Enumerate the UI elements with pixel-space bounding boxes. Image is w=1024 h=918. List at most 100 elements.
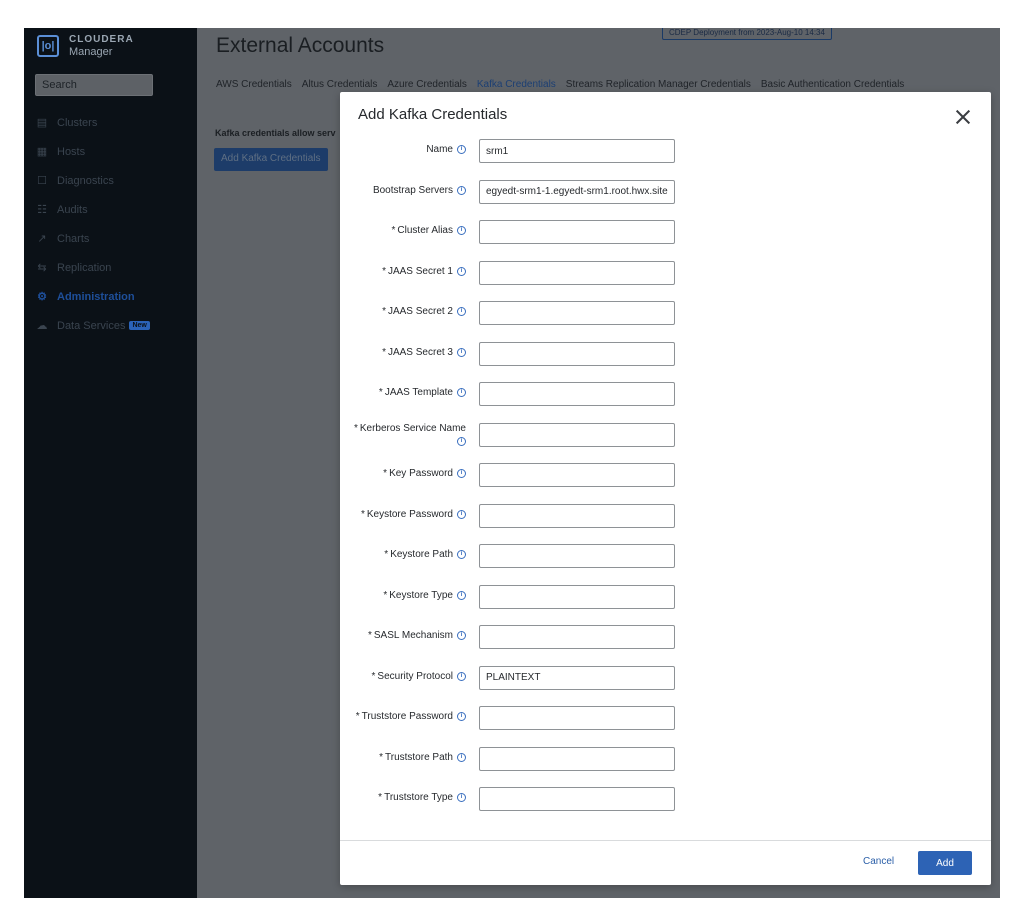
form-row-name: Name i	[340, 139, 991, 163]
field-label-text: JAAS Template	[384, 387, 453, 398]
field-label-jaas-secret-1: * JAAS Secret 1 i	[382, 266, 466, 277]
info-icon[interactable]: i	[457, 712, 466, 721]
sidebar-item-clusters[interactable]: ▤ Clusters	[24, 108, 197, 137]
keystore-password-input[interactable]	[479, 503, 675, 528]
tab-streams-replication-manager-credentials[interactable]: Streams Replication Manager Credentials	[566, 79, 751, 90]
tab-kafka-credentials[interactable]: Kafka Credentials	[477, 79, 556, 90]
required-marker: *	[391, 225, 396, 236]
form-row-truststore-password: * Truststore Password i	[340, 706, 991, 730]
info-icon[interactable]: i	[457, 436, 466, 446]
tab-altus-credentials[interactable]: Altus Credentials	[302, 79, 378, 90]
key-password-input[interactable]	[479, 463, 675, 487]
field-label-name: Name i	[426, 144, 466, 155]
form-row-jaas-secret-2: * JAAS Secret 2 i	[340, 301, 991, 325]
info-icon[interactable]: i	[457, 590, 466, 600]
app-window: |o| CLOUDERA Manager ▤ Clusters ▦ Hosts ☐ Dia…	[24, 28, 1000, 898]
required-marker: *	[383, 468, 388, 479]
charts-icon: ↗	[37, 233, 47, 245]
add-button[interactable]: Add	[918, 851, 972, 875]
cloudera-logo-icon: |o|	[37, 35, 59, 57]
truststore-type-input[interactable]	[479, 787, 675, 811]
security-protocol-input[interactable]	[479, 665, 675, 690]
sidebar-item-label: Administration	[57, 290, 135, 303]
form-row-truststore-type: * Truststore Type i	[340, 787, 991, 811]
info-icon[interactable]: i	[457, 347, 466, 357]
sidebar-item-label: Diagnostics	[57, 174, 114, 187]
sidebar-item-label: Hosts	[57, 145, 86, 158]
required-marker: *	[382, 346, 386, 358]
truststore-path-input[interactable]	[479, 746, 675, 771]
info-icon[interactable]: i	[457, 671, 466, 681]
cloud-icon: ☁	[36, 320, 48, 332]
field-label-jaas-secret-3: * JAAS Secret 3 i	[382, 347, 466, 358]
field-label-jaas-secret-2: * JAAS Secret 2 i	[382, 306, 466, 317]
field-label-key-password: * Key Password i	[383, 468, 466, 479]
info-icon[interactable]: i	[457, 631, 466, 640]
info-icon[interactable]: i	[457, 752, 466, 762]
tab-azure-credentials[interactable]: Azure Credentials	[387, 79, 466, 90]
jaas-secret-1-input[interactable]	[479, 260, 675, 285]
jaas-template-input[interactable]	[479, 382, 675, 406]
required-marker: *	[379, 751, 383, 763]
truststore-password-input[interactable]	[479, 706, 675, 730]
info-icon[interactable]: i	[457, 793, 466, 802]
field-label-text: SASL Mechanism	[373, 630, 453, 641]
sasl-mechanism-input[interactable]	[479, 625, 675, 649]
field-label-keystore-path: * Keystore Path i	[384, 549, 466, 560]
field-label-text: Keystore Path	[390, 549, 453, 560]
sidebar-item-label: Charts	[57, 232, 90, 245]
field-label-kerberos-service-name: * Kerberos Service Name i	[346, 422, 466, 446]
required-marker: *	[384, 549, 389, 560]
add-kafka-credentials-button[interactable]: Add Kafka Credentials	[214, 148, 328, 171]
field-label-sasl-mechanism: * SASL Mechanism i	[368, 630, 466, 641]
required-marker: *	[382, 306, 386, 317]
sidebar-item-audits[interactable]: ☷ Audits	[24, 195, 197, 224]
keystore-path-input[interactable]	[479, 544, 675, 568]
info-icon[interactable]: i	[457, 145, 466, 154]
form-row-keystore-path: * Keystore Path i	[340, 544, 991, 568]
sidebar-item-administration[interactable]: ⚙ Administration	[24, 282, 197, 311]
form-row-jaas-secret-3: * JAAS Secret 3 i	[340, 341, 991, 366]
sidebar-search-input[interactable]	[35, 74, 153, 96]
info-icon[interactable]: i	[457, 509, 466, 519]
tab-basic-authentication-credentials[interactable]: Basic Authentication Credentials	[761, 79, 904, 90]
field-label-text: Key Password	[389, 468, 453, 479]
field-label-keystore-password: * Keystore Password i	[361, 509, 466, 520]
cluster-alias-input[interactable]	[479, 220, 675, 244]
cancel-button[interactable]: Cancel	[863, 856, 894, 867]
field-label-text: Kerberos Service Name	[359, 422, 466, 434]
modal-title: Add Kafka Credentials	[358, 106, 508, 123]
jaas-secret-2-input[interactable]	[479, 301, 675, 325]
credential-tabs: AWS Credentials Altus Credentials Azure Cr…	[216, 79, 914, 90]
sidebar-item-hosts[interactable]: ▦ Hosts	[24, 137, 197, 166]
tab-aws-credentials[interactable]: AWS Credentials	[216, 79, 292, 90]
keystore-type-input[interactable]	[479, 584, 675, 609]
sidebar-item-charts[interactable]: ↗ Charts	[24, 224, 197, 253]
sidebar-item-label: Data Services	[57, 319, 126, 332]
form-row-keystore-type: * Keystore Type i	[340, 584, 991, 609]
name-input[interactable]	[479, 139, 675, 163]
kerberos-service-name-input[interactable]	[479, 422, 675, 447]
info-icon[interactable]: i	[457, 266, 466, 276]
info-icon[interactable]: i	[457, 469, 466, 478]
sidebar-item-label: Replication	[57, 261, 112, 274]
sidebar: |o| CLOUDERA Manager ▤ Clusters ▦ Hosts ☐ Dia…	[24, 28, 197, 898]
info-icon[interactable]: i	[457, 307, 466, 316]
info-icon[interactable]: i	[457, 185, 466, 195]
sidebar-item-diagnostics[interactable]: ☐ Diagnostics	[24, 166, 197, 195]
bootstrap-servers-input[interactable]	[479, 179, 675, 204]
close-icon[interactable]	[955, 109, 971, 125]
field-label-jaas-template: * JAAS Template i	[379, 387, 466, 398]
sidebar-item-replication[interactable]: ⇆ Replication	[24, 253, 197, 282]
info-icon[interactable]: i	[457, 226, 466, 235]
form-row-jaas-secret-1: * JAAS Secret 1 i	[340, 260, 991, 285]
required-marker: *	[367, 630, 372, 641]
sidebar-item-data-services[interactable]: ☁ Data Services New	[24, 311, 197, 340]
field-label-text: Truststore Path	[385, 751, 453, 763]
info-icon[interactable]: i	[457, 388, 466, 397]
info-icon[interactable]: i	[457, 550, 466, 559]
jaas-secret-3-input[interactable]	[479, 341, 675, 366]
deployment-badge: CDEP Deployment from 2023-Aug-10 14:34	[662, 28, 832, 40]
gear-icon: ⚙	[37, 291, 47, 303]
cloudera-logo[interactable]: |o| CLOUDERA Manager	[37, 34, 134, 58]
